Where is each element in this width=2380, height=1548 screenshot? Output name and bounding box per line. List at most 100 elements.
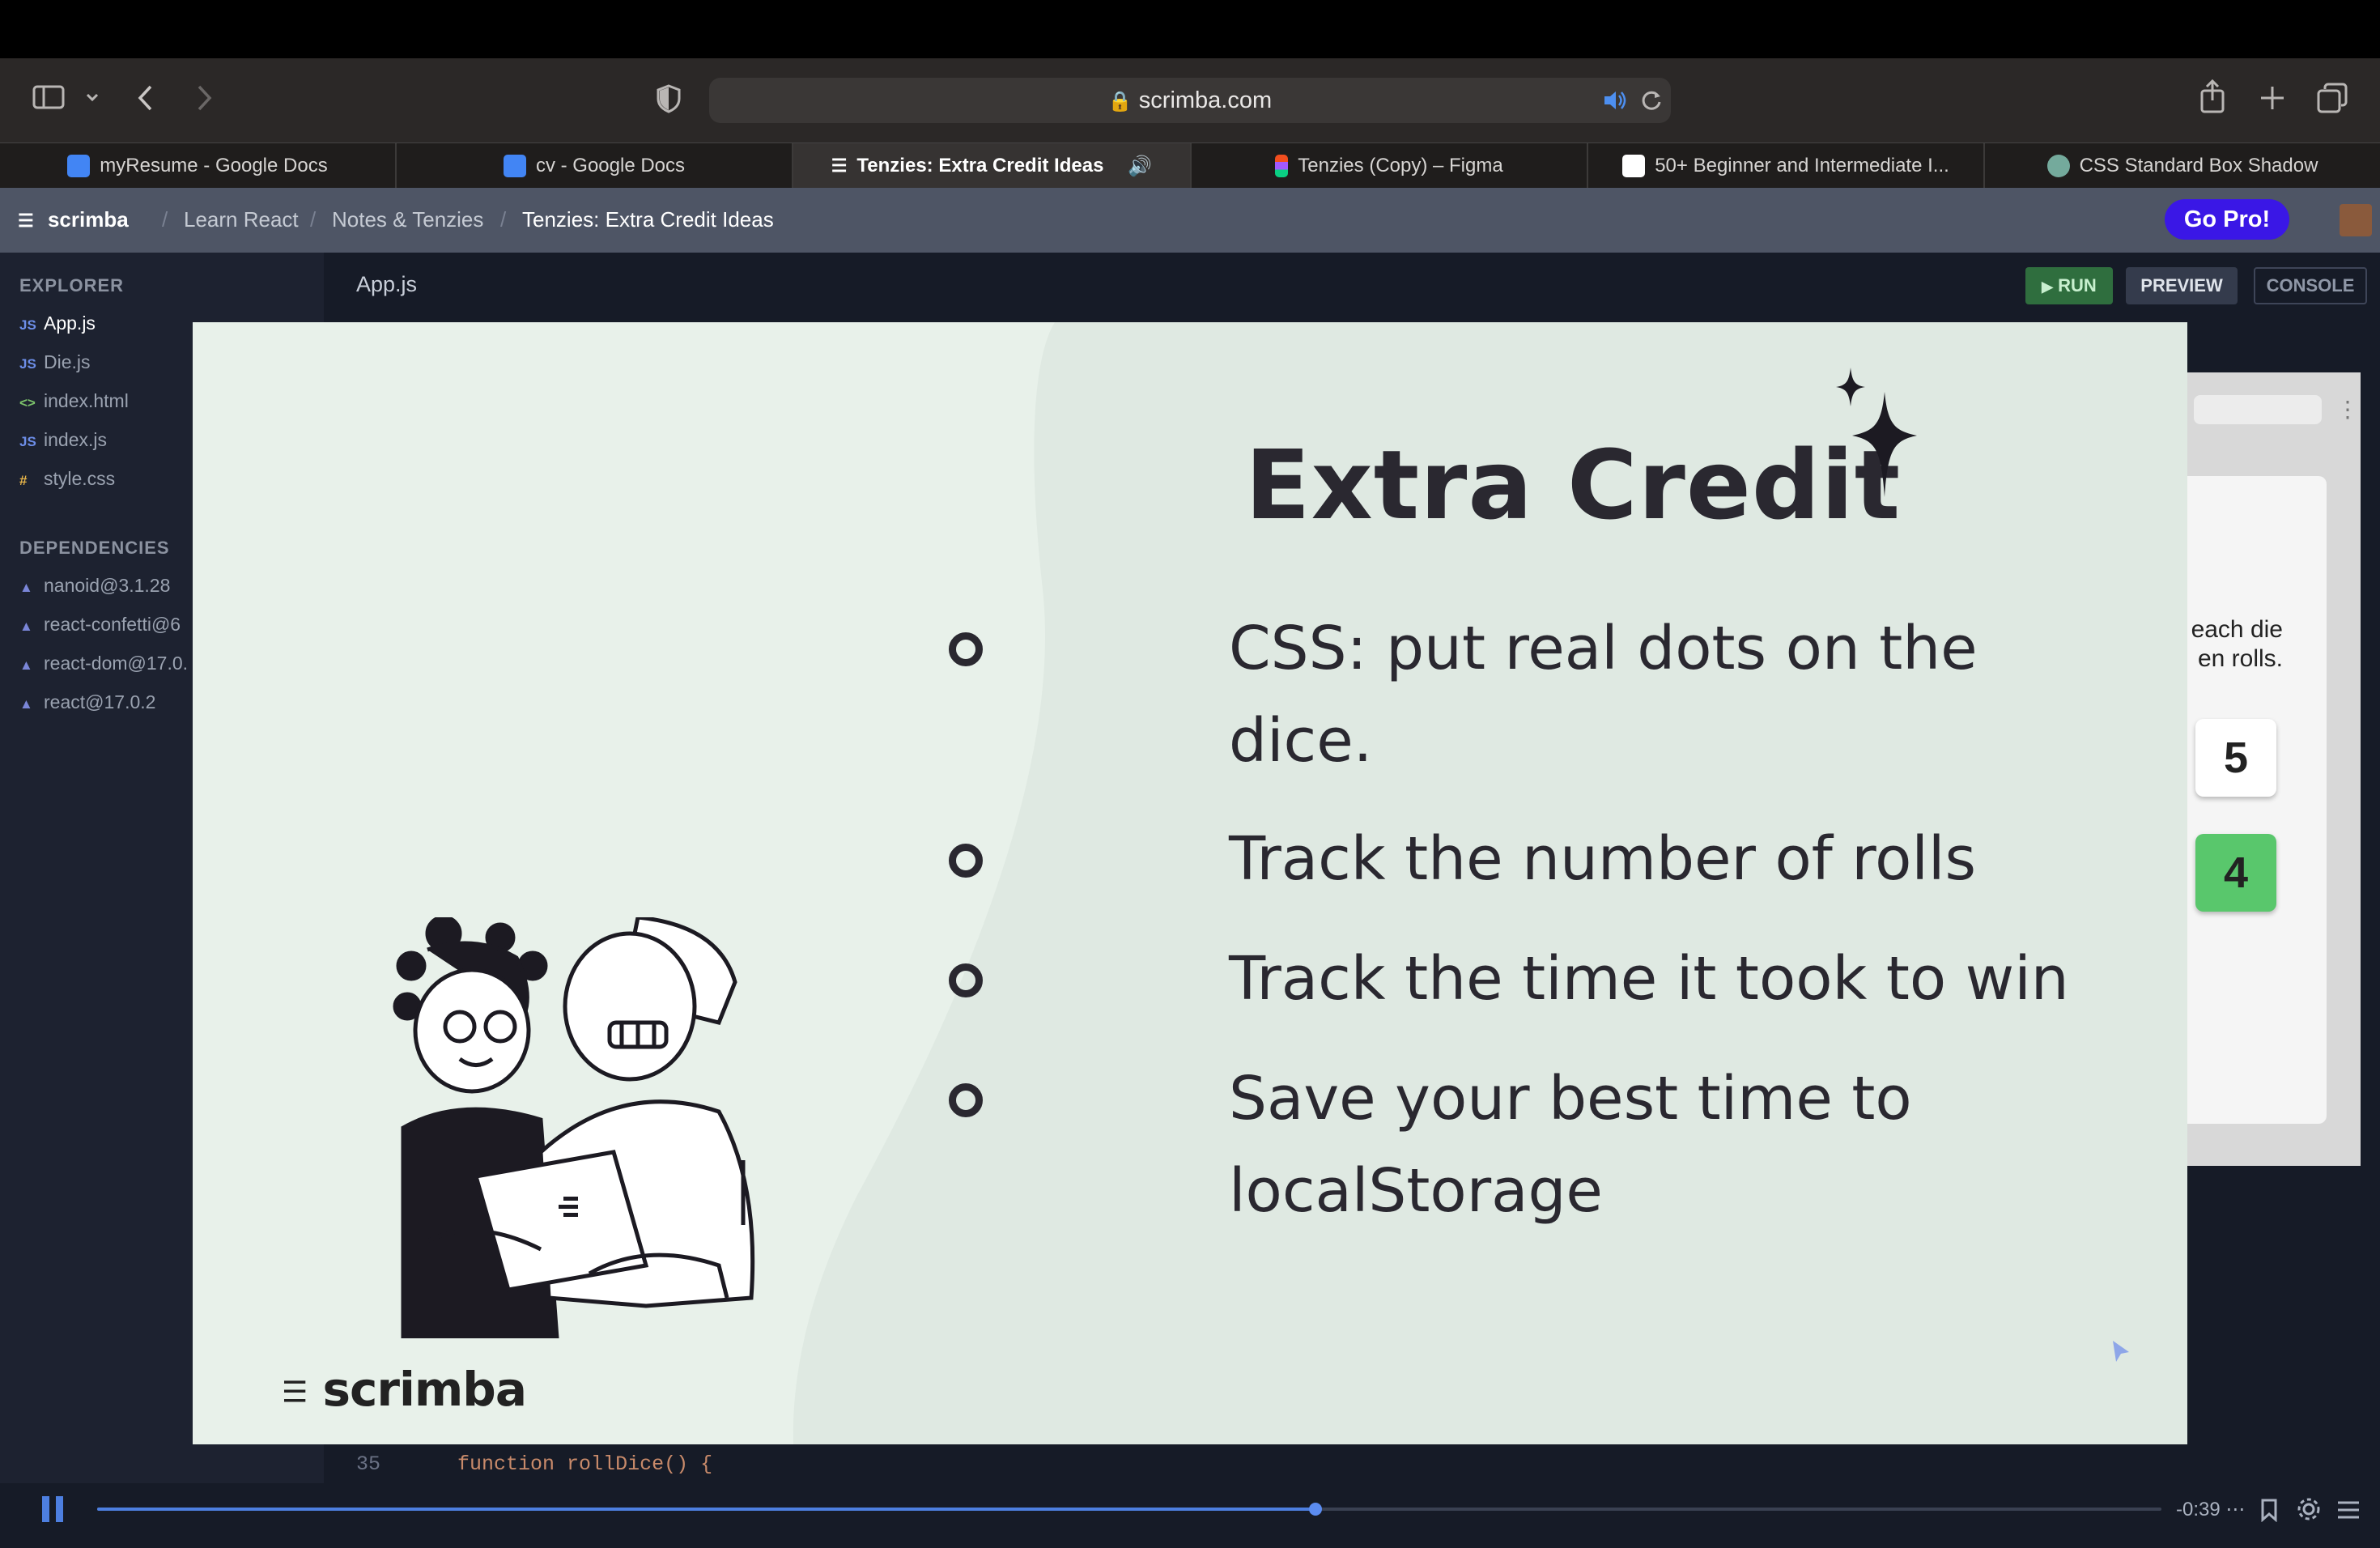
- gear-icon[interactable]: [2296, 1496, 2322, 1522]
- tenzies-app-card: [2186, 476, 2327, 1124]
- die[interactable]: 5: [2195, 719, 2276, 797]
- package-icon: ▲: [19, 696, 33, 712]
- slide-title: Extra Credit: [1245, 429, 1902, 541]
- breadcrumb-current: Tenzies: Extra Credit Ideas: [522, 207, 774, 232]
- breadcrumb-learn-react[interactable]: Learn React: [184, 207, 299, 232]
- google-docs-icon: [503, 155, 526, 177]
- code-line: 35 function rollDice() {: [356, 1452, 712, 1476]
- bullet-dot: [949, 844, 983, 878]
- cursor-pointer-icon: [2113, 1341, 2129, 1362]
- line-number: 35: [356, 1452, 381, 1476]
- forward-arrow-icon[interactable]: [194, 84, 214, 112]
- screen: 🔒 scrimba.com myResume - Google Docs cv …: [0, 0, 2380, 1548]
- dep-react-confetti[interactable]: ▲ react-confetti@6: [19, 614, 181, 636]
- tab-figma[interactable]: Tenzies (Copy) – Figma: [1192, 143, 1588, 189]
- scrimba-logo[interactable]: ☰ scrimba: [18, 207, 129, 232]
- medium-icon: [1622, 155, 1646, 177]
- tab-50-beginner[interactable]: 50+ Beginner and Intermediate I...: [1588, 143, 1985, 189]
- time-remaining: -0:39 ⋯: [2176, 1498, 2245, 1521]
- js-file-icon: JS: [19, 356, 36, 372]
- dep-name: react@17.0.2: [44, 691, 156, 712]
- scrimba-brand-logo: ☰ scrimba: [282, 1362, 527, 1417]
- tab-tenzies-active[interactable]: ☰ Tenzies: Extra Credit Ideas 🔊: [793, 143, 1192, 189]
- tab-label: 50+ Beginner and Intermediate I...: [1655, 155, 1949, 176]
- explorer-heading: EXPLORER: [19, 275, 125, 296]
- scrimba-logo-icon: ☰: [18, 211, 34, 231]
- css-file-icon: #: [19, 473, 28, 488]
- back-arrow-icon[interactable]: [136, 84, 155, 112]
- file-name: index.html: [44, 390, 129, 411]
- share-icon[interactable]: [2199, 79, 2226, 113]
- file-style-css[interactable]: # style.css: [19, 468, 115, 490]
- lesson-slide: ☰ scrimba Extra Credit CSS: put real dot…: [193, 322, 2187, 1444]
- reload-icon[interactable]: [1640, 89, 1663, 112]
- new-tab-icon[interactable]: [2259, 84, 2286, 112]
- brand-name: scrimba: [322, 1362, 526, 1417]
- run-button[interactable]: ▶ RUN: [2025, 267, 2113, 304]
- preview-text-line: each die: [2191, 616, 2283, 643]
- package-icon: ▲: [19, 657, 33, 673]
- privacy-shield-icon[interactable]: [656, 84, 682, 113]
- time-value: -0:39: [2176, 1499, 2221, 1520]
- url-text: 🔒 scrimba.com: [709, 87, 1671, 114]
- more-icon[interactable]: ⋯: [2225, 1499, 2245, 1520]
- brand-name: scrimba: [47, 207, 129, 232]
- die-held[interactable]: 4: [2195, 834, 2276, 912]
- bookmark-icon[interactable]: [2260, 1498, 2278, 1522]
- code-text: function rollDice() {: [457, 1452, 713, 1476]
- bullet-dot: [949, 632, 983, 666]
- file-name: Die.js: [44, 351, 91, 372]
- preview-text-line: en rolls.: [2197, 645, 2283, 672]
- google-docs-icon: [67, 155, 91, 177]
- dep-nanoid[interactable]: ▲ nanoid@3.1.28: [19, 575, 170, 597]
- go-pro-button[interactable]: Go Pro!: [2165, 199, 2289, 240]
- address-bar[interactable]: 🔒 scrimba.com: [709, 78, 1671, 123]
- chevron-down-icon[interactable]: [84, 91, 100, 104]
- pause-icon[interactable]: [42, 1496, 65, 1522]
- breadcrumb-notes-tenzies[interactable]: Notes & Tenzies: [332, 207, 483, 232]
- dependencies-heading: DEPENDENCIES: [19, 538, 170, 558]
- progress-knob[interactable]: [1309, 1503, 1322, 1516]
- tab-label: CSS Standard Box Shadow: [2079, 155, 2318, 176]
- tab-myresume[interactable]: myResume - Google Docs: [0, 143, 397, 189]
- sidebar-toggle-icon[interactable]: [32, 84, 65, 110]
- scrimba-header: ☰ scrimba / Learn React / Notes & Tenzie…: [0, 188, 2380, 253]
- preview-button[interactable]: PREVIEW: [2126, 267, 2238, 304]
- more-options-icon[interactable]: ⋮: [2336, 398, 2359, 421]
- js-file-icon: JS: [19, 434, 36, 449]
- breadcrumb-separator: /: [310, 207, 317, 232]
- console-button[interactable]: CONSOLE: [2254, 267, 2367, 304]
- file-index-html[interactable]: <> index.html: [19, 390, 129, 412]
- figma-icon: [1275, 155, 1289, 177]
- run-label: RUN: [2058, 275, 2097, 296]
- file-name: index.js: [44, 429, 107, 450]
- package-icon: ▲: [19, 619, 33, 634]
- tab-bar: myResume - Google Docs cv - Google Docs …: [0, 142, 2380, 189]
- editor-tab-app-js[interactable]: App.js: [356, 272, 417, 297]
- file-index-js[interactable]: JS index.js: [19, 429, 107, 451]
- file-die-js[interactable]: JS Die.js: [19, 351, 91, 373]
- tab-label: myResume - Google Docs: [100, 155, 328, 176]
- menu-icon[interactable]: [2336, 1499, 2361, 1520]
- html-file-icon: <>: [19, 395, 36, 410]
- tab-overview-icon[interactable]: [2317, 83, 2348, 113]
- tab-label: Tenzies (Copy) – Figma: [1298, 155, 1503, 176]
- url-value: scrimba.com: [1138, 87, 1273, 113]
- speaker-icon[interactable]: 🔊: [1128, 155, 1152, 178]
- dep-react-dom[interactable]: ▲ react-dom@17.0.: [19, 653, 188, 674]
- people-with-laptop-illustration: [393, 917, 755, 1338]
- avatar[interactable]: [2340, 204, 2372, 236]
- dep-react[interactable]: ▲ react@17.0.2: [19, 691, 155, 713]
- tab-box-shadow[interactable]: CSS Standard Box Shadow: [1985, 143, 2380, 189]
- tab-label: Tenzies: Extra Credit Ideas: [856, 155, 1104, 176]
- player-bar: [0, 1483, 2380, 1548]
- breadcrumb-separator: /: [162, 207, 168, 232]
- slide-bullet-2: Track the number of rolls: [1229, 824, 1977, 894]
- dep-name: react-confetti@6: [44, 614, 181, 635]
- speaker-icon[interactable]: [1603, 89, 1627, 112]
- bullet-dot: [949, 963, 983, 997]
- sparkle-icon: [1836, 368, 1917, 497]
- tab-cv[interactable]: cv - Google Docs: [397, 143, 793, 189]
- preview-instructions: each die en rolls.: [2186, 615, 2283, 674]
- file-app-js[interactable]: JS App.js: [19, 313, 96, 334]
